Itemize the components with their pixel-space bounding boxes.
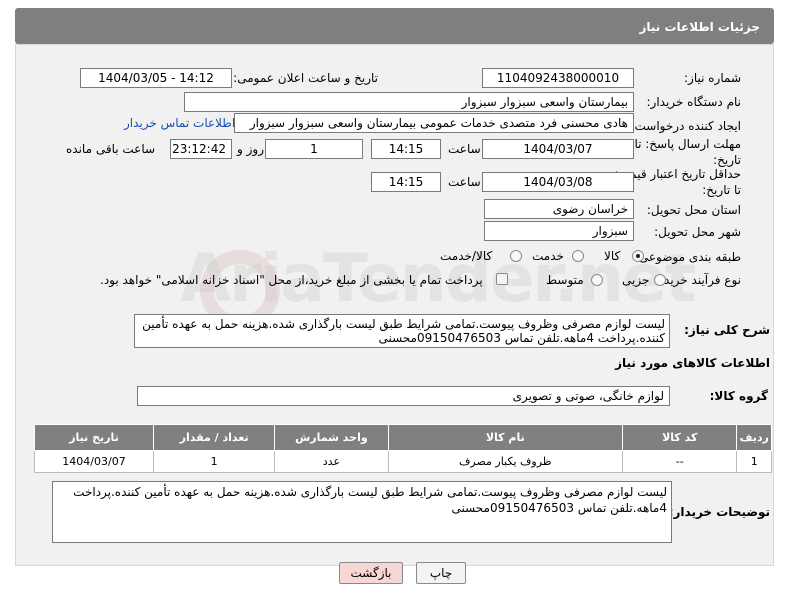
need-number-field: 1104092438000010	[482, 68, 634, 88]
header-goods-name: نام کالا	[387, 424, 624, 451]
header-unit: واحد شمارش	[274, 424, 389, 451]
payment-checkbox[interactable]	[496, 273, 508, 285]
delivery-province-label: استان محل تحویل:	[646, 203, 741, 217]
description-textarea: لیست لوازم مصرفی وظروف پیوست.تمامی شرایط…	[134, 314, 670, 348]
creator-label: ایجاد کننده درخواست:	[630, 119, 741, 133]
process-radio-minor[interactable]	[654, 274, 666, 286]
creator-field: هادی محسنی فرد متصدی خدمات عمومی بیمارست…	[234, 113, 634, 133]
goods-group-label: گروه کالا:	[709, 389, 768, 403]
delivery-city-field: سبزوار	[484, 221, 634, 241]
delivery-city-label: شهر محل تحویل:	[654, 225, 741, 239]
delivery-province-field: خراسان رضوی	[484, 199, 634, 219]
table-row: 1 -- ظروف یکبار مصرف عدد 1 1404/03/07	[33, 450, 772, 473]
price-time-label: ساعت	[448, 175, 481, 189]
category-label: طبقه بندی موضوعی:	[634, 250, 741, 264]
remaining-label: ساعت باقی مانده	[66, 142, 156, 156]
goods-info-title: اطلاعات کالاهای مورد نیاز	[615, 356, 770, 370]
process-minor-label: جزیی	[622, 273, 650, 287]
need-number-label: شماره نیاز:	[684, 71, 741, 85]
print-button[interactable]: چاپ	[416, 562, 466, 584]
reply-deadline-label: مهلت ارسال پاسخ: تا تاریخ:	[634, 137, 741, 167]
days-label: روز و	[237, 142, 264, 156]
header-row-number: ردیف	[736, 424, 772, 451]
buyer-contact-link[interactable]: اطلاعات تماس خریدار	[124, 116, 235, 130]
cell-need-date: 1404/03/07	[33, 450, 155, 473]
cell-goods-name: ظروف یکبار مصرف	[387, 450, 624, 473]
back-button[interactable]: بازگشت	[339, 562, 403, 584]
category-radio-service[interactable]	[572, 250, 584, 262]
category-radio-goods-service[interactable]	[510, 250, 522, 262]
header-quantity: تعداد / مقدار	[153, 424, 276, 451]
category-radio-goods[interactable]	[632, 250, 644, 262]
category-goods-service-label: کالا/خدمت	[440, 249, 493, 263]
buyer-notes-textarea: لیست لوازم مصرفی وظروف پیوست.تمامی شرایط…	[52, 481, 672, 543]
category-goods-label: کالا	[604, 249, 621, 263]
price-time-field: 14:15	[371, 172, 441, 192]
page-header: جزئیات اطلاعات نیاز	[15, 8, 774, 44]
buyer-org-field: بیمارستان واسعی سبزوار سبزوار	[184, 92, 634, 112]
cell-goods-code: --	[622, 450, 738, 473]
process-label: نوع فرآیند خرید :	[656, 273, 741, 287]
days-field: 1	[265, 139, 363, 159]
reply-time-label: ساعت	[448, 142, 481, 156]
category-service-label: خدمت	[532, 249, 564, 263]
buyer-org-label: نام دستگاه خریدار:	[646, 95, 742, 109]
table-header-row: ردیف کد کالا نام کالا واحد شمارش تعداد /…	[33, 424, 772, 451]
remaining-time-field: 23:12:42	[170, 139, 232, 159]
process-medium-label: متوسط	[546, 273, 584, 287]
header-goods-code: کد کالا	[622, 424, 738, 451]
cell-row-number: 1	[736, 450, 772, 473]
goods-group-field: لوازم خانگی، صوتی و تصویری	[137, 386, 670, 406]
reply-time-field: 14:15	[371, 139, 441, 159]
goods-table: ردیف کد کالا نام کالا واحد شمارش تعداد /…	[33, 424, 772, 473]
announce-field: 1404/03/05 - 14:12	[80, 68, 232, 88]
announce-label: تاریخ و ساعت اعلان عمومی:	[233, 71, 378, 85]
buyer-notes-label: توضیحات خریدار:	[668, 505, 770, 519]
price-date-field: 1404/03/08	[482, 172, 634, 192]
header-need-date: تاریخ نیاز	[33, 424, 155, 451]
cell-quantity: 1	[153, 450, 276, 473]
process-radio-medium[interactable]	[591, 274, 603, 286]
payment-note: پرداخت تمام یا بخشی از مبلغ خرید،از محل …	[100, 273, 483, 287]
cell-unit: عدد	[274, 450, 389, 473]
reply-date-field: 1404/03/07	[482, 139, 634, 159]
page-title: جزئیات اطلاعات نیاز	[639, 20, 760, 34]
description-label: شرح کلی نیاز:	[684, 323, 770, 337]
